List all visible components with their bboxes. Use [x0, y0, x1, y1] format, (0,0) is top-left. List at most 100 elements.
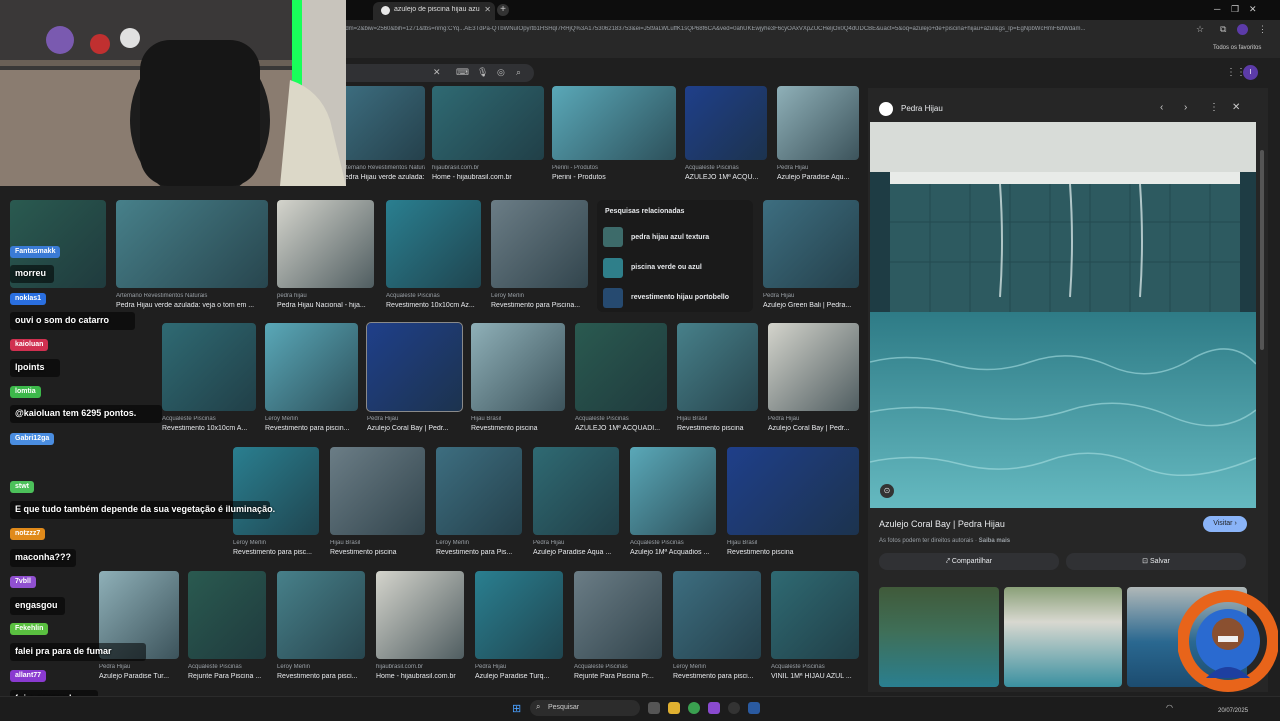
related-image-thumb[interactable]	[879, 587, 999, 687]
related-item[interactable]: piscina verde ou azul	[631, 264, 702, 271]
result-image[interactable]	[768, 323, 859, 411]
result-image[interactable]	[330, 447, 425, 535]
search-icon[interactable]: ⌕	[516, 67, 521, 78]
result-image[interactable]	[673, 571, 761, 659]
result-image[interactable]	[233, 447, 319, 535]
chrome-icon[interactable]	[688, 702, 700, 714]
new-tab-button[interactable]: +	[497, 4, 509, 16]
result-image[interactable]	[475, 571, 563, 659]
result-image[interactable]	[763, 200, 859, 288]
result-image[interactable]	[771, 571, 859, 659]
maximize-icon[interactable]: ❐	[1231, 4, 1239, 15]
mic-icon[interactable]: 🎙	[477, 67, 488, 78]
result-image[interactable]	[533, 447, 619, 535]
result-image[interactable]	[162, 323, 256, 411]
preview-site-name[interactable]: Pedra Hijau	[901, 104, 943, 113]
windows-start-icon[interactable]: ⊞	[512, 702, 521, 715]
result-caption[interactable]: Azulejo 1Mª Acquadios ...	[630, 549, 716, 556]
task-view-icon[interactable]	[648, 702, 660, 714]
result-image[interactable]	[685, 86, 767, 160]
result-image[interactable]	[366, 322, 463, 412]
account-avatar[interactable]: I	[1243, 65, 1258, 80]
result-image[interactable]	[677, 323, 758, 411]
result-image[interactable]	[432, 86, 544, 160]
close-tab-icon[interactable]: ✕	[484, 5, 491, 14]
next-arrow-icon[interactable]: ›	[1184, 102, 1187, 113]
result-caption[interactable]: Revestimento para Pis...	[436, 549, 522, 556]
result-image[interactable]	[777, 86, 859, 160]
share-button[interactable]: ⤤ Compartilhar	[879, 553, 1059, 570]
result-caption[interactable]: Revestimento piscina	[330, 549, 425, 556]
result-image[interactable]	[552, 86, 676, 160]
result-caption[interactable]: Pedra Hijau verde azulada: veja o tom em…	[340, 174, 425, 181]
profile-icon[interactable]	[1237, 24, 1248, 35]
result-caption[interactable]: Azulejo Coral Bay | Pedr...	[768, 425, 859, 432]
preview-image[interactable]	[870, 122, 1256, 508]
result-image[interactable]	[188, 571, 266, 659]
keyboard-icon[interactable]: ⌨	[456, 67, 469, 78]
related-image-thumb[interactable]	[1004, 587, 1122, 687]
prev-arrow-icon[interactable]: ‹	[1160, 102, 1163, 113]
result-caption[interactable]: Azulejo Paradise Aqua ...	[533, 549, 619, 556]
result-caption[interactable]: Revestimento piscina	[471, 425, 565, 432]
lens-search-icon[interactable]: ⊙	[880, 484, 894, 498]
save-button[interactable]: ⊡ Salvar	[1066, 553, 1246, 570]
clear-search-icon[interactable]: ✕	[433, 67, 441, 78]
learn-more-link[interactable]: Saiba mais	[979, 538, 1010, 544]
result-caption[interactable]: Azulejo Paradise Tur...	[99, 673, 179, 680]
close-panel-icon[interactable]: ✕	[1232, 102, 1240, 113]
minimize-icon[interactable]: ─	[1214, 4, 1220, 14]
result-image[interactable]	[727, 447, 859, 535]
result-caption[interactable]: Azulejo Paradise Turq...	[475, 673, 563, 680]
result-image[interactable]	[340, 86, 425, 160]
result-image[interactable]	[277, 200, 374, 288]
steam-icon[interactable]	[748, 702, 760, 714]
lens-icon[interactable]: ◎	[497, 67, 505, 78]
result-caption[interactable]: Rejunte Para Piscina ...	[188, 673, 266, 680]
result-caption[interactable]: Pedra Hijau Nacional - hija...	[277, 302, 374, 309]
result-image[interactable]	[386, 200, 481, 288]
result-image[interactable]	[265, 323, 358, 411]
result-caption[interactable]: Home - hijaubrasil.com.br	[432, 174, 544, 181]
result-image[interactable]	[471, 323, 565, 411]
result-image[interactable]	[574, 571, 662, 659]
related-item[interactable]: revestimento hijau portobello	[631, 294, 729, 301]
result-caption[interactable]: Revestimento para pisci...	[277, 673, 365, 680]
url-field[interactable]: udm=2&biw=2560&bih=1271&tbs=rimg:CYq...A…	[342, 26, 1192, 32]
result-caption[interactable]: Revestimento para Piscina...	[491, 302, 588, 309]
more-options-icon[interactable]: ⋮	[1209, 102, 1219, 113]
extensions-icon[interactable]: ⧉	[1220, 24, 1226, 35]
result-caption[interactable]: Revestimento 10x10cm Az...	[386, 302, 481, 309]
related-item[interactable]: pedra hijau azul textura	[631, 234, 709, 241]
result-caption[interactable]: VINIL 1Mª HIJAU AZUL ...	[771, 673, 859, 680]
github-icon[interactable]	[728, 702, 740, 714]
result-caption[interactable]: AZULEJO 1Mª ACQUADI...	[575, 425, 667, 432]
star-icon[interactable]: ☆	[1196, 24, 1204, 35]
result-caption[interactable]: Home - hijaubrasil.com.br	[376, 673, 464, 680]
result-image[interactable]	[575, 323, 667, 411]
taskbar-search[interactable]: Pesquisar	[530, 700, 640, 716]
result-image[interactable]	[630, 447, 716, 535]
result-image[interactable]	[491, 200, 588, 288]
close-window-icon[interactable]: ✕	[1249, 4, 1257, 15]
file-explorer-icon[interactable]	[668, 702, 680, 714]
result-caption[interactable]: Pedra Hijau verde azulada: veja o tom em…	[116, 302, 268, 309]
result-caption[interactable]: Revestimento 10x10cm A...	[162, 425, 256, 432]
result-image[interactable]	[376, 571, 464, 659]
result-caption[interactable]: Azulejo Coral Bay | Pedr...	[367, 425, 462, 432]
result-caption[interactable]: Revestimento para pisci...	[673, 673, 761, 680]
result-caption[interactable]: Revestimento para pisc...	[233, 549, 319, 556]
result-caption[interactable]: AZULEJO 1Mª ACQU...	[685, 174, 767, 181]
clock-date[interactable]: 20/07/2025	[1218, 708, 1248, 714]
app-icon[interactable]	[708, 702, 720, 714]
result-caption[interactable]: Azulejo Paradise Aqu...	[777, 174, 859, 181]
result-caption[interactable]: Revestimento piscina	[677, 425, 758, 432]
preview-title[interactable]: Azulejo Coral Bay | Pedra Hijau	[879, 519, 1005, 529]
result-caption[interactable]: Azulejo Green Bali | Pedra...	[763, 302, 859, 309]
visit-button[interactable]: Visitar ›	[1203, 516, 1247, 532]
menu-kebab-icon[interactable]: ⋮	[1258, 24, 1267, 35]
panel-scrollbar[interactable]	[1260, 150, 1264, 350]
all-bookmarks-link[interactable]: Todos os favoritos	[1213, 45, 1261, 51]
result-image[interactable]	[277, 571, 365, 659]
result-image[interactable]	[436, 447, 522, 535]
